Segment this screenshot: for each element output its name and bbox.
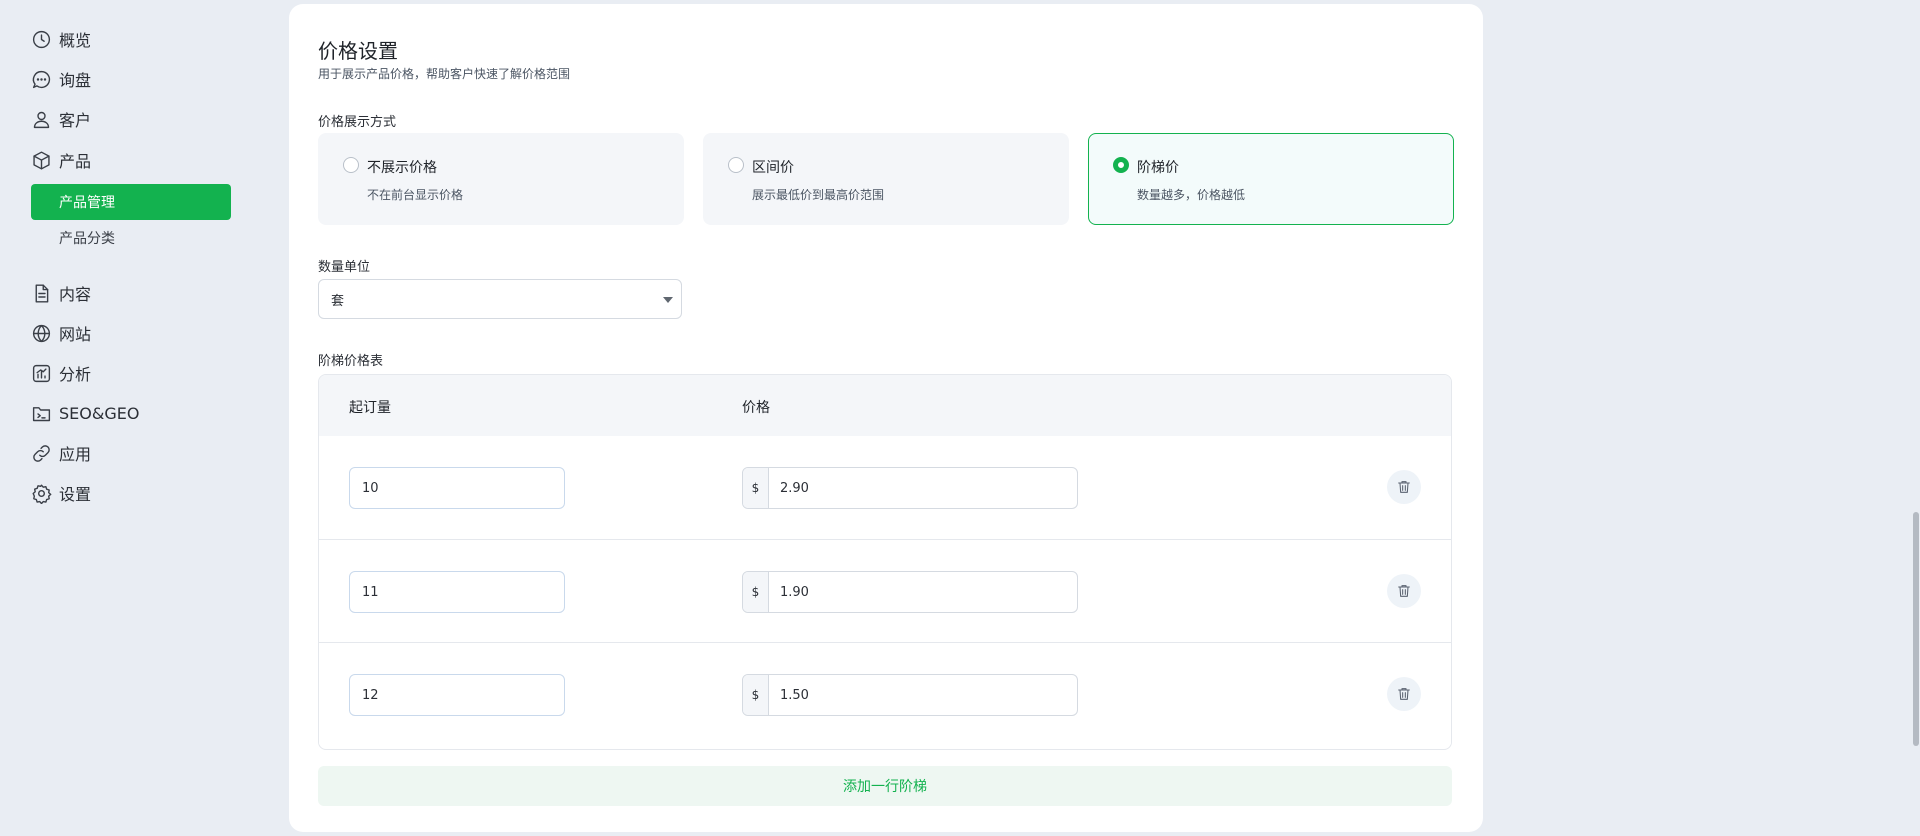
option-description: 数量越多，价格越低 [1137, 188, 1246, 202]
option-title: 阶梯价 [1137, 160, 1179, 176]
sidebar-item-apps[interactable]: 应用 [30, 433, 230, 473]
min-qty-input[interactable]: 11 [349, 571, 565, 613]
page-scrollbar-thumb[interactable] [1913, 512, 1919, 746]
chart-icon [30, 362, 52, 384]
terminal-folder-icon [30, 402, 52, 424]
sidebar-item-products[interactable]: 产品 [30, 140, 230, 180]
sidebar-item-content[interactable]: 内容 [30, 273, 230, 313]
trash-icon [1398, 481, 1410, 493]
column-header-price: 价格 [742, 400, 770, 416]
sidebar-item-label: 应用 [59, 445, 92, 464]
sidebar-item-customers[interactable]: 客户 [30, 99, 230, 139]
sidebar-item-inquiries[interactable]: 询盘 [30, 59, 230, 99]
sidebar-item-label: 概览 [59, 31, 92, 50]
table-header: 起订量 价格 [319, 375, 1451, 436]
gear-icon [30, 482, 52, 504]
user-icon [30, 108, 52, 130]
sidebar-item-label: 客户 [59, 111, 92, 130]
trash-icon [1398, 585, 1410, 597]
price-input-group[interactable]: $ 1.50 [742, 674, 1078, 716]
delete-row-button[interactable] [1387, 677, 1421, 711]
min-qty-input[interactable]: 12 [349, 674, 565, 716]
sidebar-item-overview[interactable]: 概览 [30, 19, 230, 59]
add-tier-row-button[interactable]: 添加一行阶梯 [318, 766, 1452, 806]
unit-label: 数量单位 [318, 260, 371, 275]
price-settings-card: 价格设置 用于展示产品价格，帮助客户快速了解价格范围 价格展示方式 不展示价格 … [289, 4, 1483, 832]
currency-prefix: $ [743, 572, 769, 612]
clock-icon [30, 28, 52, 50]
option-title: 区间价 [752, 160, 794, 176]
min-qty-input[interactable]: 10 [349, 467, 565, 509]
display-mode-label: 价格展示方式 [318, 115, 397, 130]
section-description: 用于展示产品价格，帮助客户快速了解价格范围 [318, 67, 571, 81]
sidebar-item-label: 内容 [59, 285, 92, 304]
link-icon [30, 442, 52, 464]
sidebar-item-label: 设置 [59, 485, 92, 504]
price-input[interactable]: 1.50 [780, 675, 809, 715]
document-icon [30, 282, 52, 304]
sidebar-item-settings[interactable]: 设置 [30, 473, 230, 513]
price-option-hidden[interactable]: 不展示价格 不在前台显示价格 [318, 133, 684, 225]
tier-table-label: 阶梯价格表 [318, 354, 384, 369]
table-row: 10 $ 2.90 [319, 436, 1451, 539]
price-option-tiered[interactable]: 阶梯价 数量越多，价格越低 [1088, 133, 1454, 225]
radio-button[interactable] [343, 157, 359, 173]
sidebar-item-label: 询盘 [59, 71, 92, 90]
option-title: 不展示价格 [367, 160, 437, 176]
sidebar-item-label: 分析 [59, 365, 92, 384]
option-description: 不在前台显示价格 [367, 188, 464, 202]
table-row: 12 $ 1.50 [319, 642, 1451, 745]
trash-icon [1398, 688, 1410, 700]
option-description: 展示最低价到最高价范围 [752, 188, 885, 202]
price-input[interactable]: 1.90 [780, 572, 809, 612]
radio-button[interactable] [728, 157, 744, 173]
sidebar-item-label: 产品 [59, 152, 92, 171]
table-row: 11 $ 1.90 [319, 539, 1451, 642]
sidebar-item-label: 网站 [59, 325, 92, 344]
section-title: 价格设置 [318, 39, 398, 63]
price-input[interactable]: 2.90 [780, 468, 809, 508]
radio-button-selected[interactable] [1113, 157, 1129, 173]
sidebar-item-analytics[interactable]: 分析 [30, 353, 230, 393]
sidebar-item-seo-geo[interactable]: SEO&GEO [30, 393, 230, 433]
sidebar-item-label: SEO&GEO [59, 403, 140, 423]
delete-row-button[interactable] [1387, 574, 1421, 608]
price-option-range[interactable]: 区间价 展示最低价到最高价范围 [703, 133, 1069, 225]
sidebar-subitem-product-category[interactable]: 产品分类 [31, 220, 231, 256]
sidebar: 概览 询盘 客户 产品 产品管理 产品分类 内容 网站 分析 SEO&GEO 应… [0, 0, 260, 836]
unit-select[interactable]: 套 [318, 279, 682, 319]
price-input-group[interactable]: $ 2.90 [742, 467, 1078, 509]
globe-icon [30, 322, 52, 344]
unit-select-value: 套 [331, 293, 345, 309]
delete-row-button[interactable] [1387, 470, 1421, 504]
sidebar-subitem-product-management[interactable]: 产品管理 [31, 184, 231, 220]
caret-down-icon [663, 297, 673, 303]
column-header-min-qty: 起订量 [349, 400, 391, 416]
chat-bubble-icon [30, 68, 52, 90]
currency-prefix: $ [743, 675, 769, 715]
sidebar-item-website[interactable]: 网站 [30, 313, 230, 353]
currency-prefix: $ [743, 468, 769, 508]
box-icon [30, 149, 52, 171]
price-input-group[interactable]: $ 1.90 [742, 571, 1078, 613]
tier-price-table: 起订量 价格 10 $ 2.90 11 $ 1.90 12 $ 1.50 [318, 374, 1452, 750]
